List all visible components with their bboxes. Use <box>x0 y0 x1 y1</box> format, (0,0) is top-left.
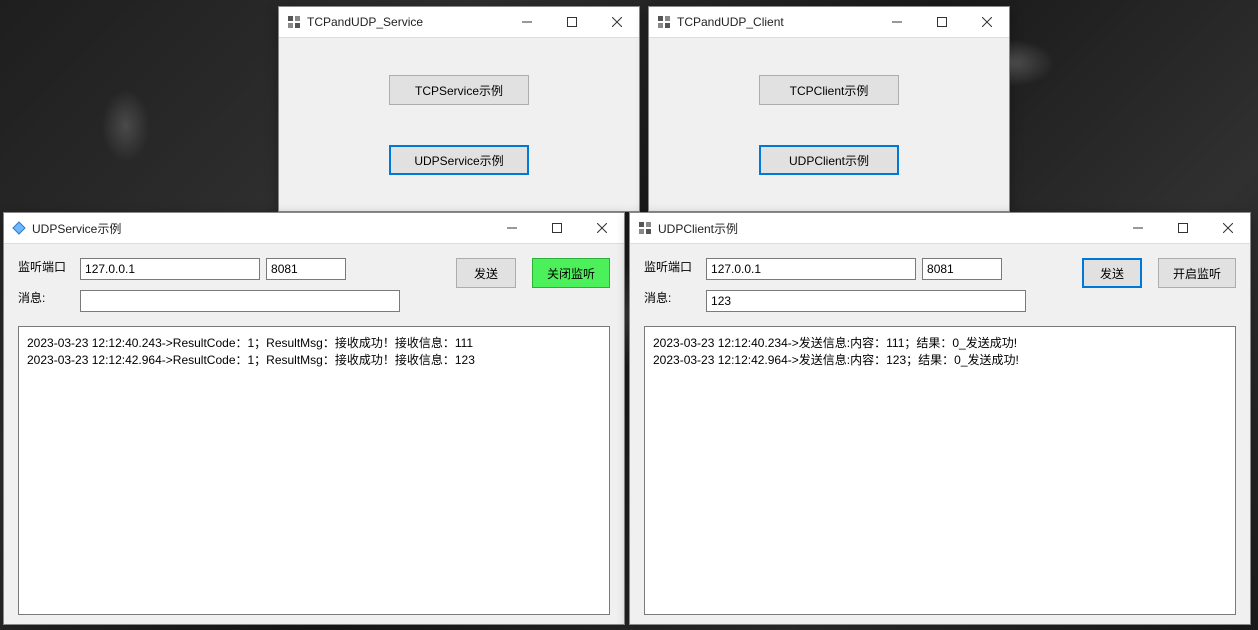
window-body: 监听端口 消息: 发送 关闭监听 2023-03-23 12:12:40.243… <box>4 244 624 625</box>
window-service-launcher: TCPandUDP_Service TCPService示例 UDPServic… <box>278 6 640 212</box>
ip-input[interactable] <box>80 258 260 280</box>
message-label: 消息: <box>18 289 66 306</box>
tcp-service-button[interactable]: TCPService示例 <box>389 75 529 105</box>
app-icon <box>12 221 26 235</box>
log-line: 2023-03-23 12:12:42.964->ResultCode：1；Re… <box>27 352 601 369</box>
window-udp-client: UDPClient示例 监听端口 消息: <box>629 212 1251 625</box>
udp-client-button[interactable]: UDPClient示例 <box>759 145 899 175</box>
port-input[interactable] <box>922 258 1002 280</box>
window-title: TCPandUDP_Client <box>677 15 784 29</box>
app-icon <box>638 221 652 235</box>
titlebar[interactable]: UDPService示例 <box>4 213 624 244</box>
close-button[interactable] <box>594 7 639 37</box>
message-input[interactable] <box>706 290 1026 312</box>
minimize-button[interactable] <box>874 7 919 37</box>
udp-service-button[interactable]: UDPService示例 <box>389 145 529 175</box>
input-row: 监听端口 消息: 发送 开启监听 <box>644 258 1236 312</box>
window-body: TCPClient示例 UDPClient示例 <box>649 38 1009 212</box>
window-client-launcher: TCPandUDP_Client TCPClient示例 UDPClient示例 <box>648 6 1010 212</box>
titlebar[interactable]: UDPClient示例 <box>630 213 1250 244</box>
desktop-background: TCPandUDP_Service TCPService示例 UDPServic… <box>0 0 1258 630</box>
send-button[interactable]: 发送 <box>1082 258 1142 288</box>
log-textarea[interactable]: 2023-03-23 12:12:40.234->发送信息:内容：111；结果：… <box>644 326 1236 615</box>
minimize-button[interactable] <box>504 7 549 37</box>
minimize-button[interactable] <box>489 213 534 243</box>
log-line: 2023-03-23 12:12:40.234->发送信息:内容：111；结果：… <box>653 335 1227 352</box>
maximize-button[interactable] <box>549 7 594 37</box>
titlebar[interactable]: TCPandUDP_Client <box>649 7 1009 38</box>
app-icon <box>287 15 301 29</box>
ip-input[interactable] <box>706 258 916 280</box>
log-line: 2023-03-23 12:12:40.243->ResultCode：1；Re… <box>27 335 601 352</box>
maximize-button[interactable] <box>1160 213 1205 243</box>
tcp-client-button[interactable]: TCPClient示例 <box>759 75 899 105</box>
message-label: 消息: <box>644 289 692 306</box>
window-udp-service: UDPService示例 监听端口 消息: <box>3 212 625 625</box>
maximize-button[interactable] <box>534 213 579 243</box>
listen-port-label: 监听端口 <box>644 258 692 275</box>
port-input[interactable] <box>266 258 346 280</box>
input-row: 监听端口 消息: 发送 关闭监听 <box>18 258 610 312</box>
start-listen-button[interactable]: 开启监听 <box>1158 258 1236 288</box>
window-title: UDPService示例 <box>32 220 121 237</box>
window-title: TCPandUDP_Service <box>307 15 423 29</box>
listen-port-label: 监听端口 <box>18 258 66 275</box>
log-textarea[interactable]: 2023-03-23 12:12:40.243->ResultCode：1；Re… <box>18 326 610 615</box>
minimize-button[interactable] <box>1115 213 1160 243</box>
close-listen-button[interactable]: 关闭监听 <box>532 258 610 288</box>
titlebar[interactable]: TCPandUDP_Service <box>279 7 639 38</box>
close-button[interactable] <box>1205 213 1250 243</box>
app-icon <box>657 15 671 29</box>
message-input[interactable] <box>80 290 400 312</box>
window-title: UDPClient示例 <box>658 220 738 237</box>
close-button[interactable] <box>579 213 624 243</box>
log-line: 2023-03-23 12:12:42.964->发送信息:内容：123；结果：… <box>653 352 1227 369</box>
send-button[interactable]: 发送 <box>456 258 516 288</box>
window-body: TCPService示例 UDPService示例 <box>279 38 639 212</box>
maximize-button[interactable] <box>919 7 964 37</box>
close-button[interactable] <box>964 7 1009 37</box>
window-body: 监听端口 消息: 发送 开启监听 2023-03-23 12:12:40.234… <box>630 244 1250 625</box>
